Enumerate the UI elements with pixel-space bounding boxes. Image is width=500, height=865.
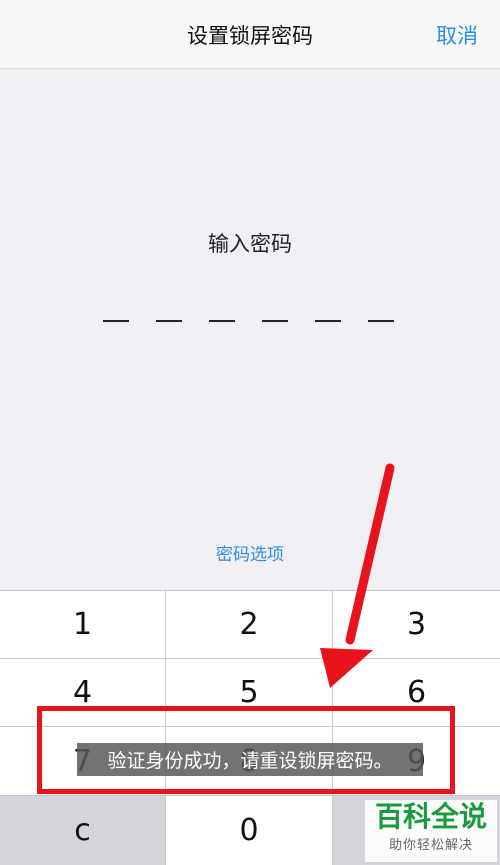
annotation-highlight-box [37, 706, 455, 794]
page-title: 设置锁屏密码 [187, 24, 313, 48]
screen: 设置锁屏密码 取消 输入密码 密码选项 1 2 3 4 5 6 7 8 9 c … [0, 0, 500, 865]
passcode-slot [156, 320, 182, 322]
passcode-slot [368, 320, 394, 322]
passcode-slot [315, 320, 341, 322]
passcode-slot [262, 320, 288, 322]
key-0[interactable]: 0 [166, 796, 333, 865]
key-2[interactable]: 2 [166, 591, 333, 659]
passcode-indicator [103, 320, 394, 324]
passcode-options-link[interactable]: 密码选项 [0, 540, 500, 565]
navigation-bar: 设置锁屏密码 取消 [0, 0, 500, 69]
passcode-prompt: 输入密码 [208, 232, 292, 256]
key-3[interactable]: 3 [333, 591, 500, 659]
cancel-button[interactable]: 取消 [436, 20, 478, 50]
key-clear[interactable]: c [0, 796, 166, 865]
passcode-slot [209, 320, 235, 322]
key-1[interactable]: 1 [0, 591, 166, 659]
passcode-slot [103, 320, 129, 322]
watermark-logo: 百科全说 助你轻松解决 [365, 800, 497, 862]
watermark-title: 百科全说 [374, 800, 487, 833]
watermark-subtitle: 助你轻松解决 [388, 838, 473, 853]
